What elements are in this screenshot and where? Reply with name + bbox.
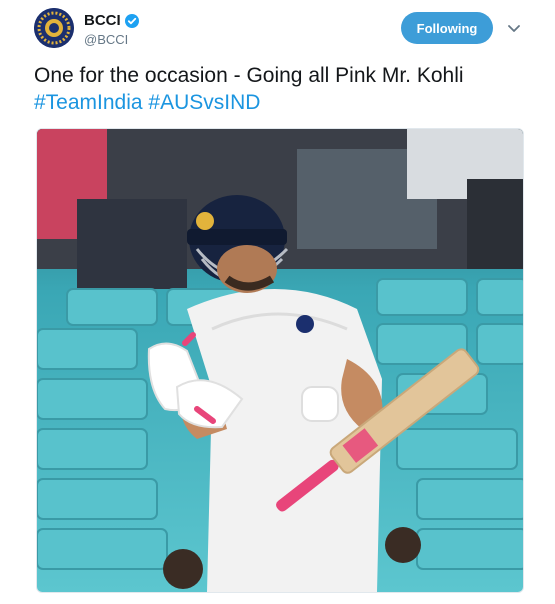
verified-badge-icon <box>124 13 139 28</box>
account-handle[interactable]: @BCCI <box>84 32 128 47</box>
following-button[interactable]: Following <box>401 12 493 44</box>
avatar[interactable] <box>34 8 74 48</box>
account-name[interactable]: BCCI <box>84 12 121 29</box>
account-name-row[interactable]: BCCI <box>84 12 139 29</box>
cricketer-photo <box>37 129 523 592</box>
tweet-body: One for the occasion - Going all Pink Mr… <box>34 64 464 87</box>
hashtag-teamindia[interactable]: #TeamIndia <box>34 91 143 114</box>
chevron-down-icon[interactable] <box>506 20 522 36</box>
tweet-media-photo[interactable] <box>36 128 524 593</box>
bcci-logo-icon <box>34 8 74 48</box>
tweet-text: One for the occasion - Going all Pink Mr… <box>34 62 514 116</box>
hashtag-ausvsind[interactable]: #AUSvsIND <box>148 91 260 114</box>
